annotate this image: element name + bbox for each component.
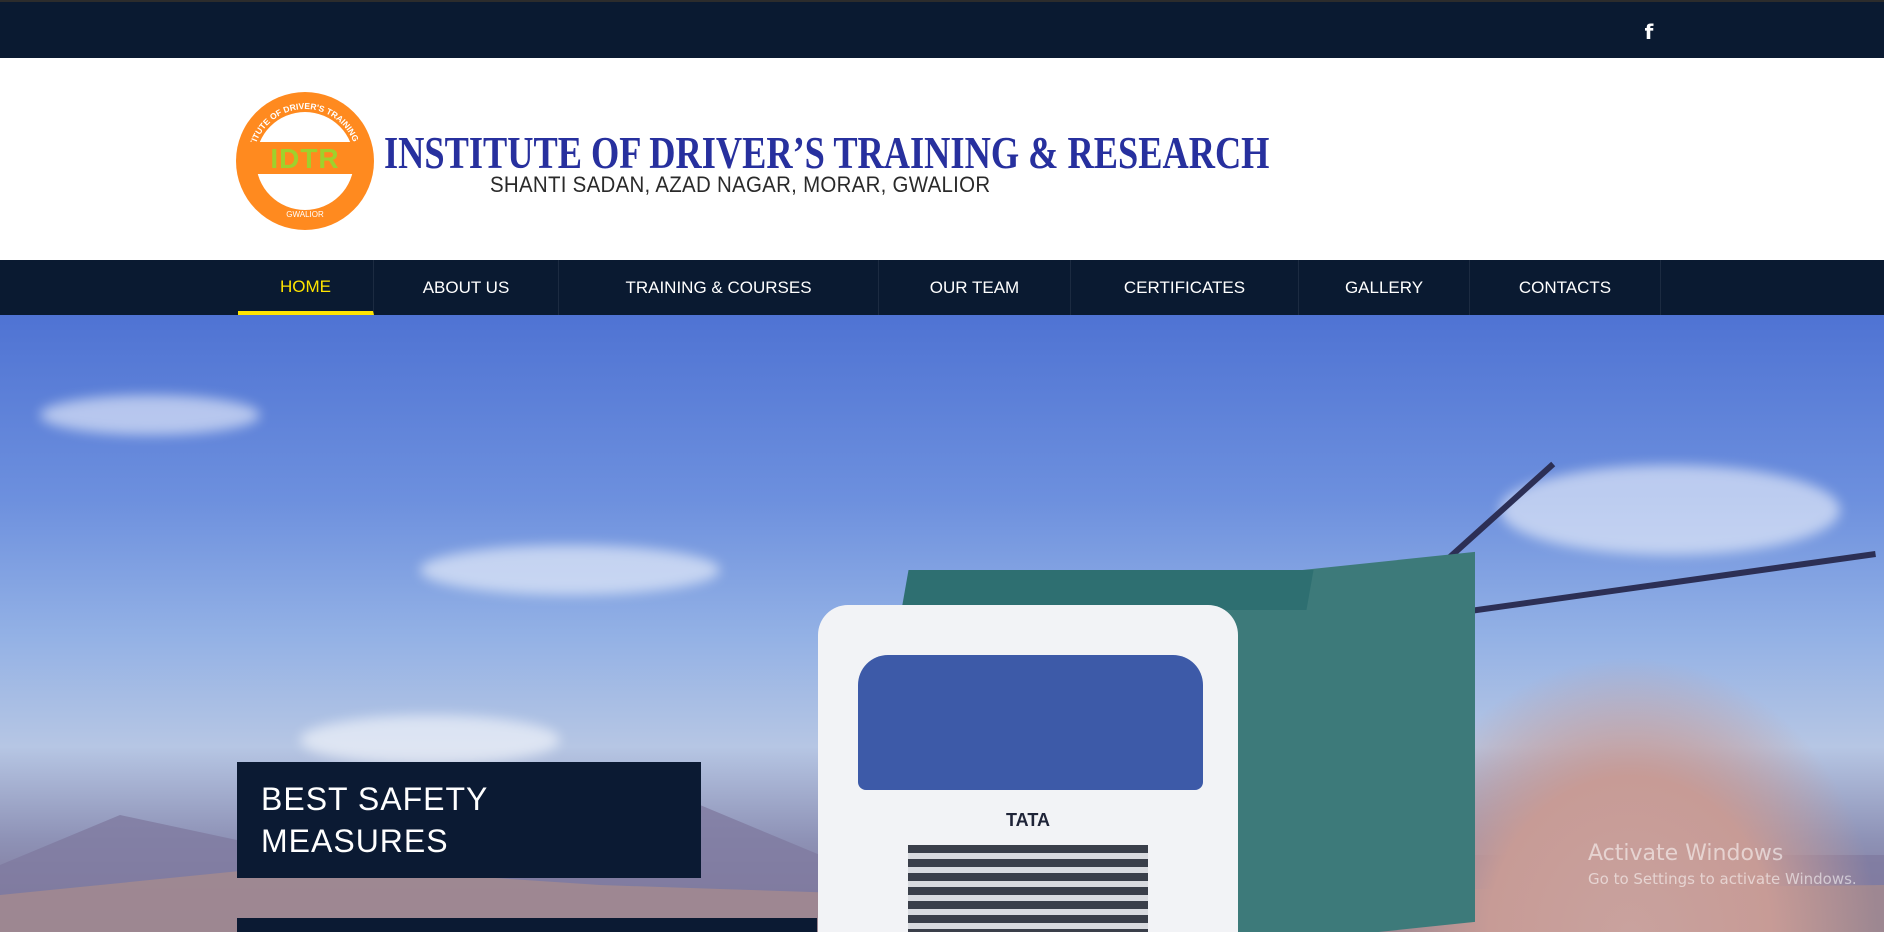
cloud [1500, 465, 1840, 555]
nav-item-training-courses[interactable]: TRAINING & COURSES [559, 260, 879, 315]
conveyor-belt [1419, 551, 1876, 621]
nav-item-gallery[interactable]: GALLERY [1299, 260, 1470, 315]
nav-item-certificates[interactable]: CERTIFICATES [1071, 260, 1299, 315]
nav-item-contacts[interactable]: CONTACTS [1470, 260, 1661, 315]
slide-caption-line: BEST SAFETY [261, 781, 489, 817]
truck-brand: TATA [1006, 810, 1050, 830]
main-nav: HOME ABOUT US TRAINING & COURSES OUR TEA… [0, 260, 1884, 315]
slide-button-strip[interactable] [237, 918, 817, 932]
site-subtitle: SHANTI SADAN, AZAD NAGAR, MORAR, GWALIOR [490, 172, 991, 197]
nav-item-about-us[interactable]: ABOUT US [374, 260, 559, 315]
site-logo[interactable]: INSTITUTE OF DRIVER'S TRAINING & RESEARC… [236, 92, 374, 230]
nav-item-our-team[interactable]: OUR TEAM [879, 260, 1071, 315]
cloud [420, 545, 720, 595]
truck-grille [908, 845, 1148, 932]
slide-caption-line: MEASURES [261, 823, 449, 859]
truck-roof [901, 570, 1314, 610]
logo-text: IDTR [270, 143, 340, 174]
top-bar: f [0, 0, 1884, 58]
facebook-icon[interactable]: f [1638, 20, 1660, 44]
site-title[interactable]: INSTITUTE OF DRIVER’S TRAINING & RESEARC… [384, 128, 1269, 178]
slide-caption: BEST SAFETY MEASURES [237, 762, 701, 878]
windows-activation-watermark: Activate Windows Go to Settings to activ… [1588, 840, 1878, 900]
svg-text:GWALIOR: GWALIOR [286, 210, 324, 219]
truck-image: TATA [818, 605, 1238, 932]
cloud [40, 395, 260, 435]
watermark-subtitle: Go to Settings to activate Windows. [1588, 870, 1857, 888]
nav-item-home[interactable]: HOME [238, 260, 374, 315]
watermark-title: Activate Windows [1588, 841, 1784, 866]
truck-windshield [858, 655, 1203, 790]
